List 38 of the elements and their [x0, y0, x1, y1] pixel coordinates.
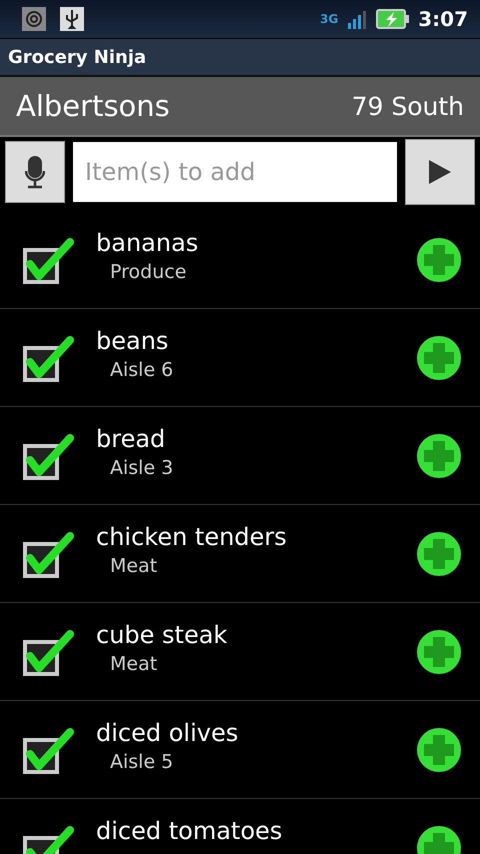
- add-items-button[interactable]: [405, 139, 475, 205]
- item-name: bread: [96, 425, 166, 453]
- item-aisle: Produce: [109, 261, 188, 283]
- item-aisle: Aisle 5: [109, 751, 174, 773]
- checkbox[interactable]: [22, 334, 76, 382]
- checkbox[interactable]: [22, 726, 76, 774]
- item-name: cube steak: [96, 621, 228, 649]
- clock-time: 3:07: [418, 7, 468, 31]
- play-icon: [428, 159, 452, 185]
- battery-icon: [376, 9, 410, 29]
- item-aisle: Meat: [109, 653, 158, 675]
- add-icon[interactable]: [416, 530, 462, 576]
- add-icon[interactable]: [416, 726, 462, 772]
- item-aisle: Aisle 3: [109, 457, 174, 479]
- voice-input-button[interactable]: [5, 141, 65, 203]
- add-icon[interactable]: [416, 628, 462, 674]
- checkbox[interactable]: [22, 628, 76, 676]
- item-name: chicken tenders: [96, 523, 288, 551]
- checkbox[interactable]: [22, 530, 76, 578]
- add-icon[interactable]: [416, 432, 462, 478]
- checkbox[interactable]: [22, 432, 76, 480]
- item-aisle: Aisle 6: [109, 359, 174, 381]
- checkbox[interactable]: [22, 236, 76, 284]
- signal-icon: [346, 8, 368, 30]
- microphone-icon: [25, 155, 45, 189]
- app-title: Grocery Ninja: [8, 46, 146, 68]
- store-location: 79 South: [352, 92, 464, 120]
- usb-icon: [60, 7, 84, 31]
- add-icon[interactable]: [416, 334, 462, 380]
- network-type-label: 3G: [320, 12, 338, 26]
- add-icon[interactable]: [416, 236, 462, 282]
- item-name: diced olives: [96, 719, 240, 747]
- item-name: bananas: [96, 229, 200, 257]
- item-input-field[interactable]: Item(s) to add: [73, 142, 397, 202]
- item-name: diced tomatoes: [96, 817, 284, 845]
- item-name: beans: [96, 327, 170, 355]
- item-aisle: Meat: [109, 555, 158, 577]
- store-name: Albertsons: [16, 89, 170, 123]
